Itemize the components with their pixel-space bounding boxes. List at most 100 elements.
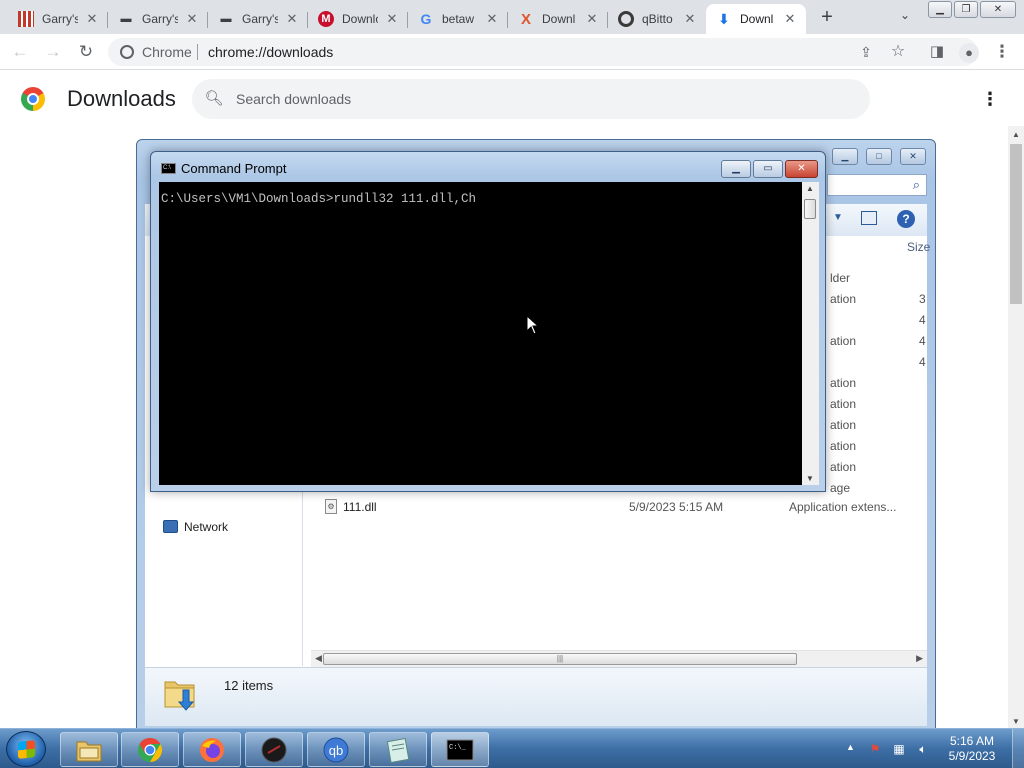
- notepad-icon: [386, 738, 410, 763]
- search-icon: 🔍︎: [204, 90, 224, 107]
- horizontal-scroll-thumb[interactable]: |||: [323, 653, 797, 665]
- tab-1-label: Garry's: [42, 12, 78, 26]
- nav-network-label: Network: [184, 520, 229, 534]
- close-icon[interactable]: ✕: [284, 11, 300, 27]
- minimize-button[interactable]: ▁: [928, 1, 952, 18]
- scroll-left-icon[interactable]: ◀: [315, 653, 322, 664]
- taskbar-dark-app-button[interactable]: [245, 732, 303, 767]
- scroll-down-icon[interactable]: ▼: [806, 474, 814, 483]
- explorer-icon: [76, 741, 102, 762]
- tab-2[interactable]: ▬ Garry's ✕: [108, 4, 208, 34]
- type-fragment: ation: [830, 376, 857, 390]
- volume-icon[interactable]: 🔈︎: [916, 742, 930, 756]
- taskbar-chrome-button[interactable]: [121, 732, 179, 767]
- dash-favicon-icon: ▬: [220, 13, 232, 25]
- taskbar-notepad-button[interactable]: [369, 732, 427, 767]
- search-downloads-input[interactable]: [236, 89, 836, 109]
- tab-1[interactable]: Garry's ✕: [8, 4, 108, 34]
- console-scroll-thumb[interactable]: [804, 199, 816, 219]
- share-icon[interactable]: ⇪: [856, 42, 876, 62]
- tartan-favicon-icon: [18, 11, 34, 27]
- close-window-button[interactable]: ✕: [980, 1, 1016, 18]
- cmd-minimize-button[interactable]: ▁: [721, 160, 751, 178]
- tab-7[interactable]: qBitto ✕: [608, 4, 706, 34]
- more-actions-icon[interactable]: ⋮: [980, 89, 1000, 109]
- search-downloads-box[interactable]: 🔍︎: [192, 79, 870, 119]
- console-scrollbar[interactable]: ▲ ▼: [802, 182, 819, 485]
- clock-date: 5/9/2023: [948, 749, 996, 763]
- back-arrow-icon[interactable]: ←: [10, 42, 30, 62]
- explorer-close-button[interactable]: ✕: [900, 148, 926, 165]
- bookmark-star-icon[interactable]: ☆: [888, 42, 908, 62]
- close-icon[interactable]: ✕: [682, 11, 698, 27]
- column-header-size[interactable]: Size: [907, 240, 930, 254]
- address-url[interactable]: chrome://downloads: [208, 44, 333, 60]
- close-icon[interactable]: ✕: [782, 11, 798, 27]
- svg-text:C:\_: C:\_: [449, 744, 467, 752]
- address-bar[interactable]: Chrome chrome://downloads: [108, 38, 978, 66]
- reload-icon[interactable]: ↻: [76, 42, 96, 62]
- scroll-down-icon[interactable]: ▼: [1012, 717, 1020, 726]
- taskbar-cmd-button[interactable]: C:\_: [431, 732, 489, 767]
- tab-6-label: Downl: [542, 12, 576, 26]
- scroll-right-icon[interactable]: ▶: [916, 653, 923, 664]
- close-icon[interactable]: ✕: [384, 11, 400, 27]
- clock[interactable]: 5:16 AM 5/9/2023: [944, 734, 1000, 764]
- horizontal-scrollbar[interactable]: ◀ ||| ▶: [311, 650, 927, 667]
- cmd-icon: C:\_: [446, 739, 474, 761]
- explorer-search-field[interactable]: ⌕: [827, 174, 927, 196]
- start-button[interactable]: [6, 731, 46, 767]
- dark-app-icon: [261, 737, 287, 763]
- tab-6[interactable]: X Downl ✕: [508, 4, 608, 34]
- cmd-app-icon: C:\: [161, 163, 176, 174]
- explorer-maximize-button[interactable]: □: [866, 148, 892, 165]
- tab-5[interactable]: G betaw ✕: [408, 4, 508, 34]
- new-tab-button[interactable]: +: [816, 6, 838, 28]
- show-desktop-button[interactable]: [1012, 729, 1024, 768]
- restore-button[interactable]: ❐: [954, 1, 978, 18]
- nav-network[interactable]: Network: [163, 520, 228, 534]
- file-date: 5/9/2023 5:15 AM: [629, 500, 724, 514]
- cmd-maximize-button[interactable]: ▭: [753, 160, 783, 178]
- tab-search-chevron-icon[interactable]: ⌄: [896, 8, 914, 26]
- address-divider: [197, 44, 198, 60]
- forward-arrow-icon[interactable]: →: [43, 42, 63, 62]
- network-tray-icon[interactable]: ▦: [892, 742, 906, 756]
- close-icon[interactable]: ✕: [184, 11, 200, 27]
- tab-downloads-active[interactable]: ⬇ Downl ✕: [706, 4, 806, 34]
- tab-3[interactable]: ▬ Garry's ✕: [208, 4, 308, 34]
- type-fragment: ation: [830, 460, 857, 474]
- help-icon[interactable]: ?: [897, 210, 915, 228]
- console-area[interactable]: C:\Users\VM1\Downloads>rundll32 111.dll,…: [159, 182, 819, 485]
- file-row-111-dll[interactable]: ⚙ 111.dll 5/9/2023 5:15 AM Application e…: [305, 496, 927, 518]
- show-hidden-icons-icon[interactable]: ▲: [846, 742, 855, 752]
- chrome-logo-icon: [21, 87, 45, 111]
- firefox-icon: [200, 738, 224, 762]
- type-fragment: ation: [830, 334, 857, 348]
- action-center-flag-icon[interactable]: ⚑: [868, 742, 882, 756]
- page-scrollbar[interactable]: ▲ ▼: [1008, 126, 1024, 728]
- page-scroll-thumb[interactable]: [1010, 144, 1022, 304]
- scroll-up-icon[interactable]: ▲: [1012, 130, 1020, 139]
- view-dropdown-icon[interactable]: ▼: [833, 212, 843, 223]
- chrome-menu-icon[interactable]: ⋮: [992, 42, 1012, 62]
- close-icon[interactable]: ✕: [584, 11, 600, 27]
- close-icon[interactable]: ✕: [484, 11, 500, 27]
- close-icon[interactable]: ✕: [84, 11, 100, 27]
- profile-avatar-icon[interactable]: ●: [959, 42, 979, 63]
- preview-pane-icon[interactable]: [861, 211, 877, 225]
- side-panel-icon[interactable]: ◨: [927, 42, 947, 62]
- file-type: Application extens...: [789, 500, 897, 514]
- taskbar-explorer-button[interactable]: [60, 732, 118, 767]
- qbittorrent-icon: qb: [323, 737, 349, 763]
- malwarebytes-favicon-icon: M: [318, 11, 334, 27]
- scroll-up-icon[interactable]: ▲: [806, 184, 814, 193]
- size-fragment: 4: [919, 355, 926, 369]
- explorer-minimize-button[interactable]: ▁: [832, 148, 858, 165]
- command-prompt-window[interactable]: C:\ Command Prompt ▁ ▭ ✕ C:\Users\VM1\Do…: [150, 151, 826, 492]
- tab-4[interactable]: M Downlo ✕: [308, 4, 408, 34]
- taskbar: qb C:\_ ▲ ⚑ ▦ 🔈︎ 5:16 AM 5/9/2023: [0, 728, 1024, 768]
- taskbar-qbittorrent-button[interactable]: qb: [307, 732, 365, 767]
- cmd-close-button[interactable]: ✕: [785, 160, 818, 178]
- taskbar-firefox-button[interactable]: [183, 732, 241, 767]
